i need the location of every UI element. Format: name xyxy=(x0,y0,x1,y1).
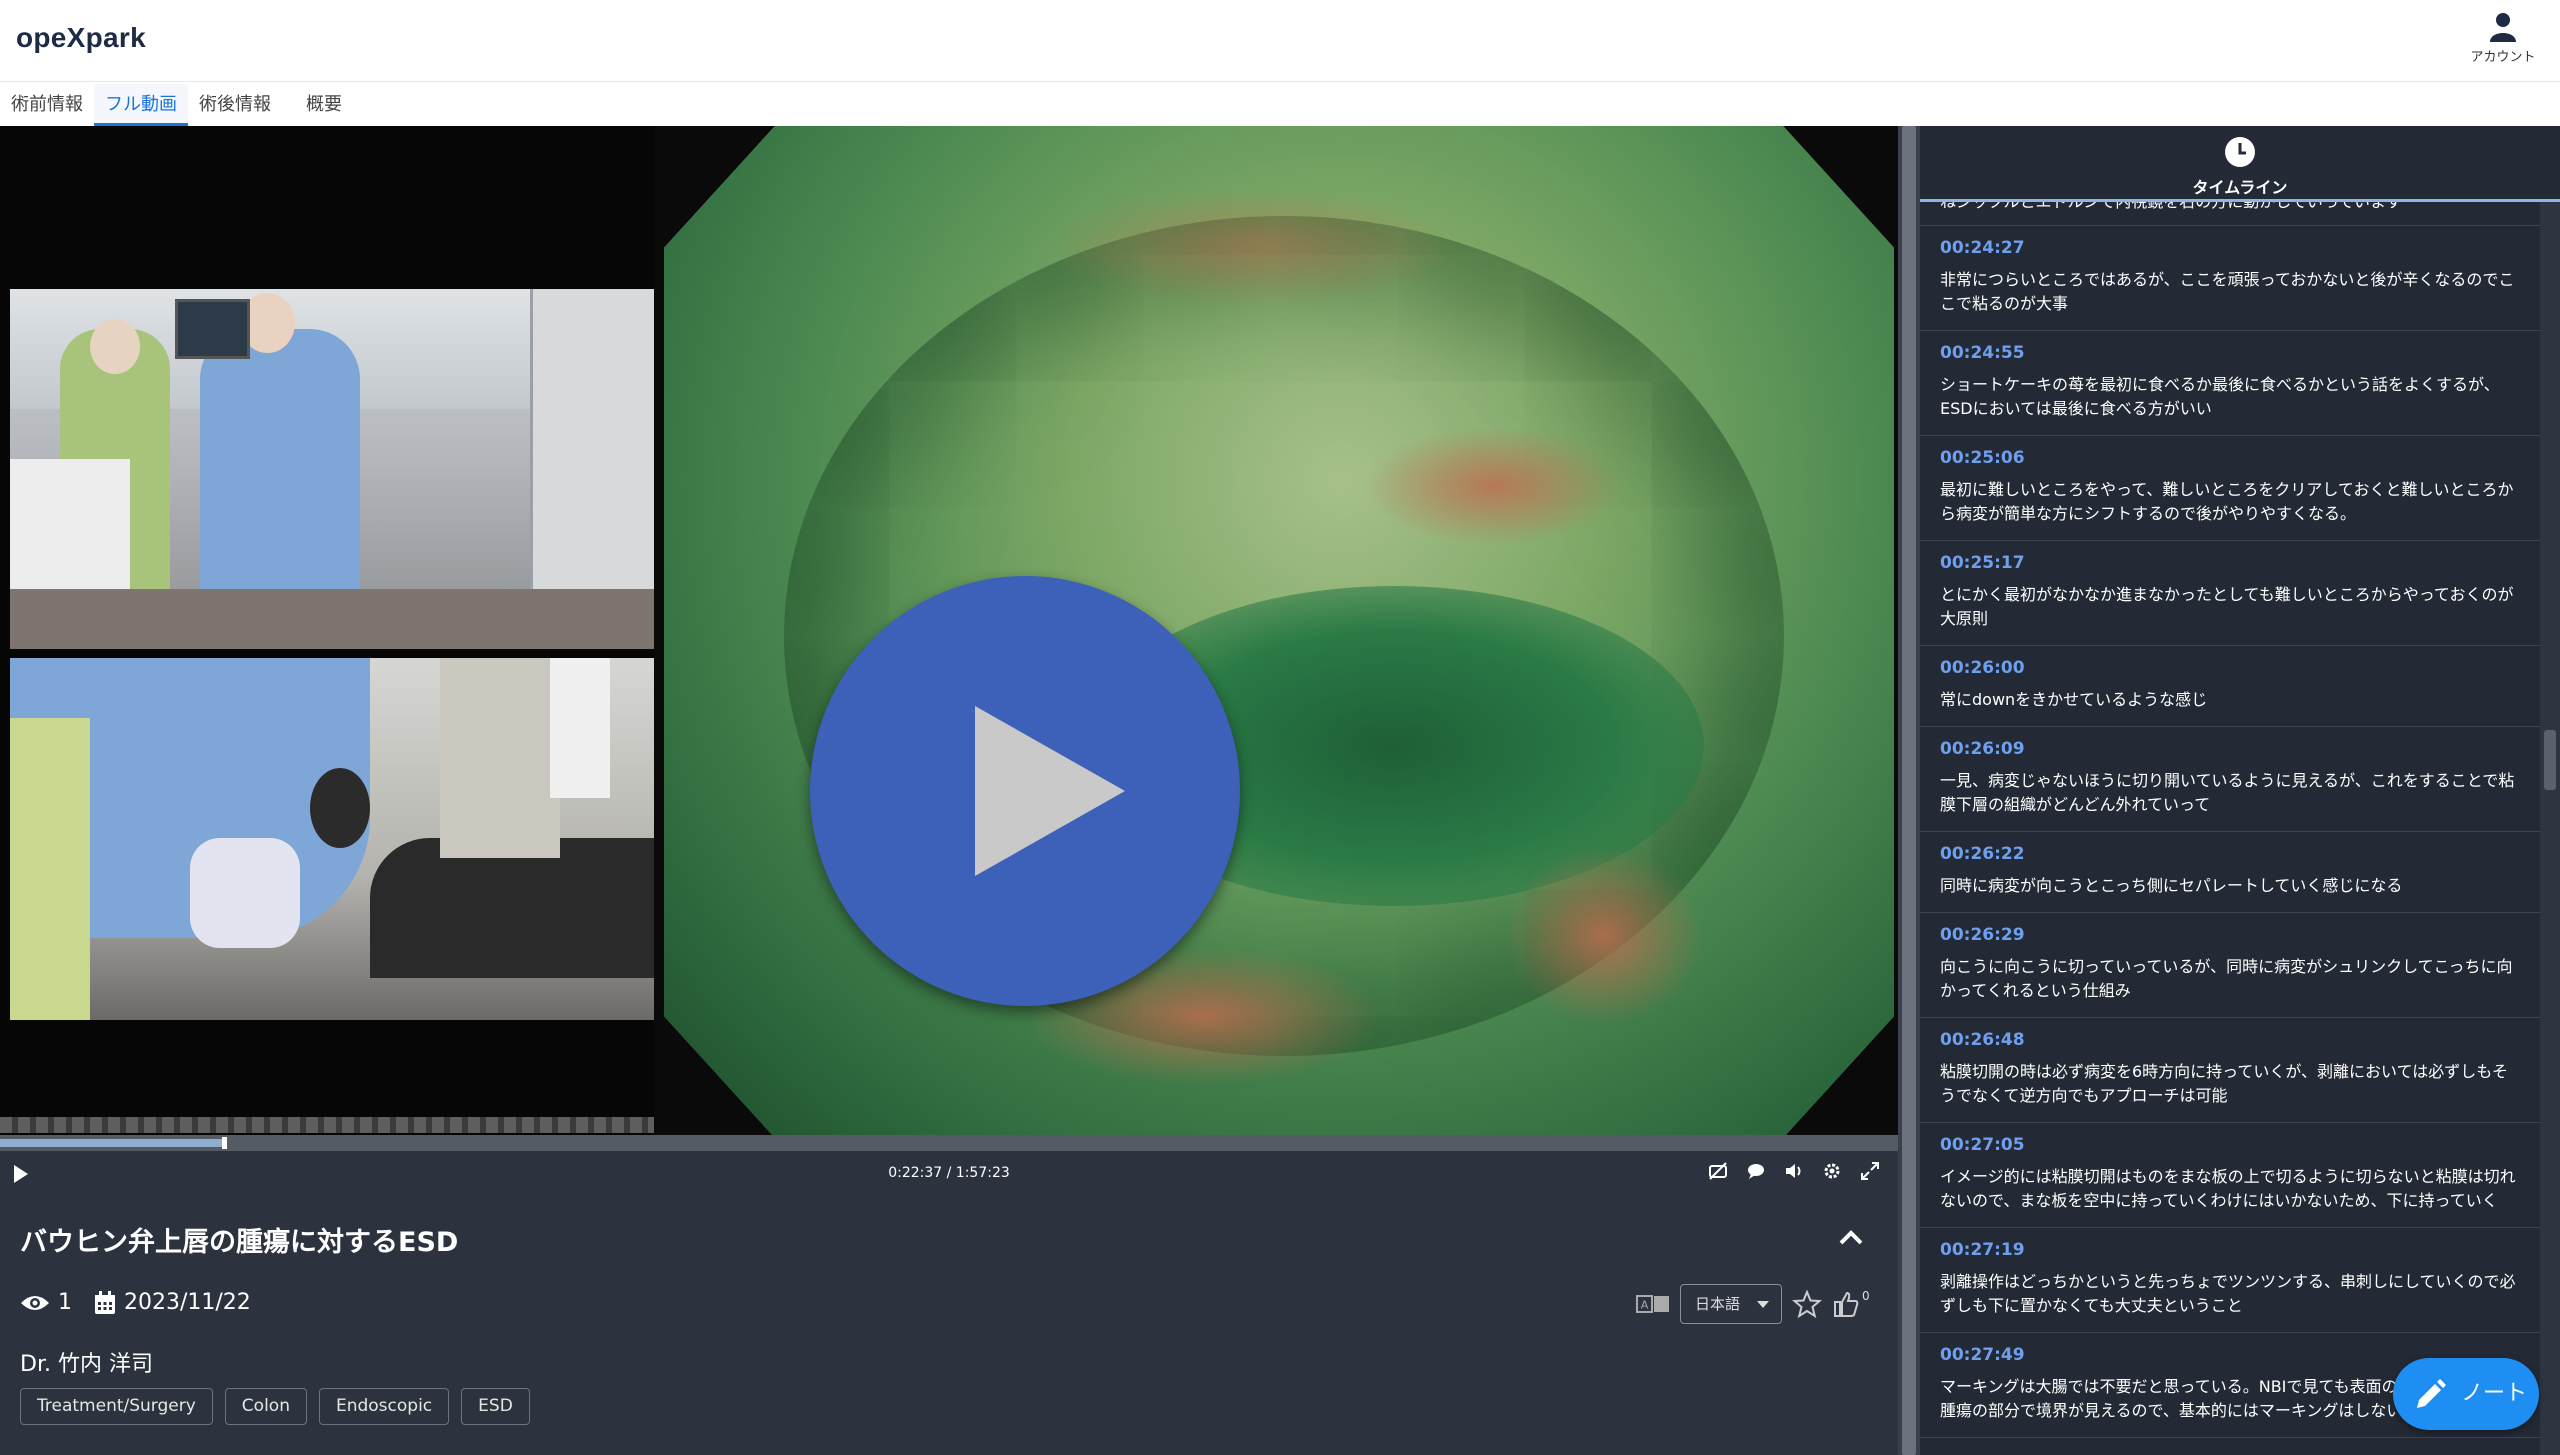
doctor-name: Dr. 竹内 洋司 xyxy=(20,1352,153,1377)
timeline-entry-text: 同時に病変が向こうとこっち側にセパレートしていく感じになる xyxy=(1940,876,2403,895)
endoscope-view xyxy=(654,126,1898,1138)
timeline-entry-text: 剥離操作はどっちかというと先っちょでツンツンする、串刺しにしていくので必ずしも下… xyxy=(1940,1272,2516,1315)
timeline-entry-time: 00:26:29 xyxy=(1940,925,2025,945)
timeline-entry-time: 00:25:17 xyxy=(1940,553,2025,573)
tab-preop[interactable]: 術前情報 xyxy=(0,84,94,126)
timeline-entry-text: イメージ的には粘膜切開はものをまな板の上で切るように切らないと粘膜は切れないので… xyxy=(1940,1167,2516,1210)
tab-bar: 術前情報 フル動画 術後情報 概要 xyxy=(0,84,353,126)
pencil-icon xyxy=(2417,1379,2446,1408)
clock-icon xyxy=(2225,137,2255,167)
eye-icon xyxy=(21,1295,49,1310)
chat-bubble-icon[interactable] xyxy=(1746,1161,1766,1181)
timeline-entry-text: 非常につらいところではあるが、ここを頑張っておかないと後が辛くなるのでここで粘る… xyxy=(1940,270,2515,313)
timeline-entry[interactable]: 00:27:19 剥離操作はどっちかというと先っちょでツンツンする、串刺しにしてい… xyxy=(1920,1228,2540,1333)
video-actions: A 日本語 0 xyxy=(1636,1284,1870,1324)
account-button[interactable]: アカウント xyxy=(2468,12,2538,65)
timeline-entry[interactable]: 00:25:17 とにかく最初がなかなか進まなかったとしても難しいところからやって… xyxy=(1920,541,2540,646)
play-icon xyxy=(975,706,1125,876)
timeline-entry-time: 00:26:22 xyxy=(1940,844,2025,864)
app-header: opeXpark アカウント xyxy=(0,0,2560,82)
tag-list: Treatment/Surgery Colon Endoscopic ESD xyxy=(20,1388,530,1425)
tab-full-video[interactable]: フル動画 xyxy=(94,84,188,126)
video-meta: 1 2023/11/22 xyxy=(20,1290,251,1315)
timeline-entry[interactable]: 00:24:55 ショートケーキの苺を最初に食べるか最後に食べるかという話をよくす… xyxy=(1920,331,2540,436)
like-count: 0 xyxy=(1862,1289,1870,1303)
timeline-entry-time: 00:26:48 xyxy=(1940,1030,2025,1050)
timeline-entry[interactable]: ねジックルとエドルンで内視鏡を右の方に動かしていっています xyxy=(1920,202,2540,226)
timeline-entry[interactable]: 00:26:22 同時に病変が向こうとこっち側にセパレートしていく感じになる xyxy=(1920,832,2540,913)
room-camera-panel xyxy=(0,126,654,1138)
timeline-entry[interactable]: 00:26:48 粘膜切開の時は必ず病変を6時方向に持っていくが、剥離においては必… xyxy=(1920,1018,2540,1123)
timeline-entry[interactable]: 00:26:29 向こうに向こうに切っていっているが、同時に病変がシュリンクしてこ… xyxy=(1920,913,2540,1018)
timeline-entry-text: 向こうに向こうに切っていっているが、同時に病変がシュリンクしてこっちに向かってく… xyxy=(1940,957,2513,1000)
view-count: 1 xyxy=(58,1290,72,1315)
timeline-entry-text: 常にdownをきかせているような感じ xyxy=(1940,690,2208,709)
player-controls: 0:22:37 / 1:57:23 xyxy=(0,1151,1898,1199)
timeline-entry-time: 00:26:09 xyxy=(1940,739,2025,759)
tag-endoscopic[interactable]: Endoscopic xyxy=(318,1388,450,1425)
upload-date: 2023/11/22 xyxy=(124,1290,251,1315)
big-play-button[interactable] xyxy=(810,576,1240,1006)
app-logo[interactable]: opeXpark xyxy=(16,22,146,54)
user-icon xyxy=(2490,13,2516,42)
chevron-up-icon[interactable] xyxy=(1838,1228,1864,1246)
timeline-entry[interactable]: 00:25:06 最初に難しいところをやって、難しいところをクリアしておくと難しい… xyxy=(1920,436,2540,541)
translate-icon[interactable]: A xyxy=(1636,1293,1670,1315)
calendar-icon xyxy=(95,1290,115,1314)
timeline-entry-text: 粘膜切開の時は必ず病変を6時方向に持っていくが、剥離においては必ずしもそうでなく… xyxy=(1940,1062,2508,1105)
fullscreen-icon[interactable] xyxy=(1860,1161,1880,1181)
timeline-entry-time: 00:25:06 xyxy=(1940,448,2025,468)
timeline-entry-text: ショートケーキの苺を最初に食べるか最後に食べるかという話をよくするが、ESDにお… xyxy=(1940,375,2500,418)
tab-overview[interactable]: 概要 xyxy=(282,84,353,126)
timeline-entry-time: 00:26:00 xyxy=(1940,658,2025,678)
seek-bar[interactable] xyxy=(0,1135,1898,1151)
language-select[interactable]: 日本語 xyxy=(1680,1284,1782,1324)
room-camera-bottom xyxy=(10,658,654,1020)
star-icon[interactable] xyxy=(1792,1290,1822,1318)
volume-icon[interactable] xyxy=(1784,1161,1804,1181)
timeline-sidebar: タイムライン ねジックルとエドルンで内視鏡を右の方に動かしていっています 00:… xyxy=(1920,126,2560,1455)
timeline-title: タイムライン xyxy=(2192,178,2288,197)
tab-postop[interactable]: 術後情報 xyxy=(188,84,282,126)
timeline-entry[interactable]: 00:27:05 イメージ的には粘膜切開はものをまな板の上で切るように切らないと粘… xyxy=(1920,1123,2540,1228)
page-scrollbar[interactable] xyxy=(1898,126,1920,1455)
seek-progress xyxy=(0,1139,222,1147)
timeline-entry-time: 00:27:19 xyxy=(1940,1240,2025,1260)
room-camera-top xyxy=(10,289,654,649)
seek-knob[interactable] xyxy=(222,1137,227,1149)
timeline-entry-text: とにかく最初がなかなか進まなかったとしても難しいところからやっておくのが大原則 xyxy=(1940,585,2514,628)
timeline-entry-time: 00:24:27 xyxy=(1940,238,2025,258)
video-player[interactable] xyxy=(0,126,1898,1138)
note-label: ノート xyxy=(2461,1381,2528,1406)
timecode: 0:22:37 / 1:57:23 xyxy=(888,1165,1010,1181)
timeline-entry-time: 00:24:55 xyxy=(1940,343,2025,363)
timeline-entry-text: 最初に難しいところをやって、難しいところをクリアしておくと難しいところから病変が… xyxy=(1940,480,2514,523)
timeline-entry[interactable]: 00:26:09 一見、病変じゃないほうに切り開いているように見えるが、これをする… xyxy=(1920,727,2540,832)
captions-off-icon[interactable] xyxy=(1708,1161,1728,1181)
timeline-entry-time: 00:27:05 xyxy=(1940,1135,2025,1155)
tag-treatment-surgery[interactable]: Treatment/Surgery xyxy=(20,1388,213,1425)
account-label: アカウント xyxy=(2470,50,2536,65)
timeline-tab[interactable]: タイムライン xyxy=(1920,126,2560,202)
thumbnail-strip xyxy=(0,1117,654,1133)
video-title: バウヒン弁上唇の腫瘍に対するESD xyxy=(20,1227,459,1258)
timeline-entry-text: 一見、病変じゃないほうに切り開いているように見えるが、これをすることで粘膜下層の… xyxy=(1940,771,2515,814)
timeline-entry[interactable]: 00:26:00 常にdownをきかせているような感じ xyxy=(1920,646,2540,727)
svg-text:A: A xyxy=(1641,1299,1649,1312)
timeline-entry-text: ねジックルとエドルンで内視鏡を右の方に動かしていっています xyxy=(1940,202,2520,214)
tag-esd[interactable]: ESD xyxy=(461,1388,530,1425)
language-value: 日本語 xyxy=(1695,1295,1741,1313)
note-button[interactable]: ノート xyxy=(2393,1358,2539,1430)
tag-colon[interactable]: Colon xyxy=(224,1388,307,1425)
timeline-scrollbar[interactable] xyxy=(2540,202,2560,1455)
timeline-list[interactable]: ねジックルとエドルンで内視鏡を右の方に動かしていっています 00:24:27 非常… xyxy=(1920,202,2540,1455)
chevron-down-icon xyxy=(1757,1301,1769,1308)
timeline-entry[interactable]: 00:24:27 非常につらいところではあるが、ここを頑張っておかないと後が辛くな… xyxy=(1920,226,2540,331)
thumbs-up-icon[interactable] xyxy=(1832,1290,1860,1318)
gear-icon[interactable] xyxy=(1822,1161,1842,1181)
